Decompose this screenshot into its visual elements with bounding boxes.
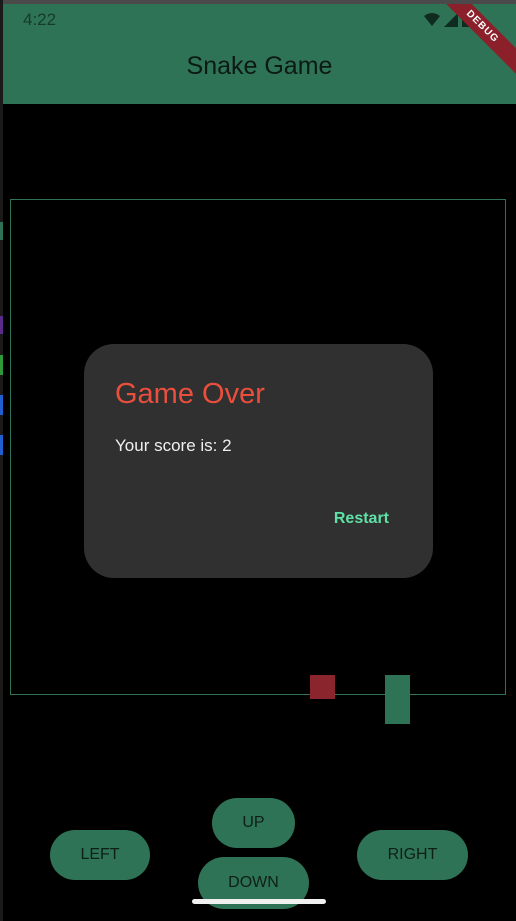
- edge-mark-purple: [0, 316, 3, 334]
- debug-banner: DEBUG: [446, 4, 516, 74]
- score-message: Your score is: 2: [115, 436, 232, 455]
- edge-mark-teal: [0, 222, 3, 240]
- wifi-icon: [424, 13, 440, 26]
- edge-mark-green: [0, 355, 3, 375]
- food-block: [310, 675, 335, 699]
- home-indicator[interactable]: [192, 899, 326, 904]
- window-left-border: [0, 0, 3, 921]
- right-button[interactable]: RIGHT: [357, 830, 468, 880]
- edge-mark-blue: [0, 395, 3, 415]
- snake-body: [385, 675, 410, 724]
- app-bar: Snake Game: [3, 36, 516, 104]
- dialog-title: Game Over: [115, 378, 265, 410]
- status-bar: 4:22: [3, 4, 516, 36]
- app-title: Snake Game: [186, 52, 333, 80]
- edge-mark-blue-2: [0, 435, 3, 455]
- up-button[interactable]: UP: [212, 798, 295, 848]
- status-time: 4:22: [23, 10, 57, 29]
- restart-button[interactable]: Restart: [322, 504, 401, 534]
- debug-ribbon-label: DEBUG: [446, 4, 516, 74]
- left-button[interactable]: LEFT: [50, 830, 150, 880]
- game-over-dialog: Game Over Your score is: 2 Restart: [84, 344, 433, 578]
